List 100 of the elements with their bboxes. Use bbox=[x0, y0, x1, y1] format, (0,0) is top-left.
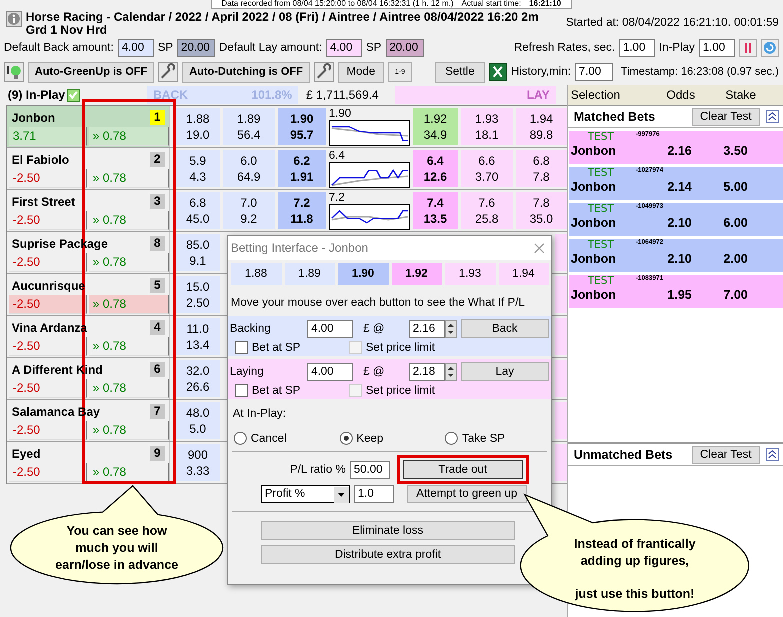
price-cell[interactable]: 7.2 11.8 bbox=[278, 192, 326, 229]
odds-button[interactable]: 1.93 bbox=[445, 263, 496, 285]
price-cell[interactable]: 32.0 26.6 bbox=[176, 360, 220, 397]
refresh-field[interactable]: 1.00 bbox=[619, 39, 656, 57]
odds-button[interactable]: 1.92 bbox=[392, 263, 442, 285]
price-cell[interactable]: 6.6 3.70 bbox=[461, 150, 513, 187]
price-field[interactable]: 2.18 bbox=[409, 362, 445, 380]
radio-button[interactable] bbox=[234, 432, 247, 445]
odds-button[interactable]: 1.88 bbox=[231, 263, 282, 285]
price-cell[interactable]: 1.89 56.4 bbox=[223, 108, 275, 145]
price-cell[interactable] bbox=[555, 360, 567, 397]
callout-text: just use this button! bbox=[574, 586, 696, 603]
trade-out-button[interactable]: Trade out bbox=[403, 460, 523, 479]
ratio-field[interactable]: 50.00 bbox=[350, 460, 390, 478]
spinner-icon[interactable] bbox=[445, 320, 457, 338]
checkbox[interactable] bbox=[67, 88, 80, 102]
settle-button[interactable]: Settle bbox=[435, 62, 486, 82]
price-cell[interactable] bbox=[555, 318, 567, 355]
price-cell[interactable]: 7.6 25.8 bbox=[461, 192, 513, 229]
clear-test-button[interactable]: Clear Test bbox=[692, 446, 760, 464]
radio-label: Keep bbox=[356, 432, 384, 444]
spinner-icon[interactable] bbox=[445, 362, 457, 380]
price-cell[interactable]: 6.8 45.0 bbox=[176, 192, 220, 229]
market-status: (9) In-Play bbox=[8, 88, 66, 102]
wrench-icon[interactable] bbox=[314, 62, 334, 82]
price-cell[interactable]: 6.4 12.6 bbox=[413, 150, 458, 187]
price-cell[interactable]: 15.0 2.50 bbox=[176, 276, 220, 313]
price-cell[interactable]: 1.93 18.1 bbox=[461, 108, 513, 145]
lightbulb-icon[interactable] bbox=[4, 62, 24, 82]
collapse-icon[interactable] bbox=[766, 448, 779, 461]
inplay-refresh-field[interactable]: 1.00 bbox=[699, 39, 735, 57]
runner-cell[interactable]: Eyed 9 -2.50 » 0.78 bbox=[7, 442, 170, 483]
price-cell[interactable] bbox=[555, 444, 567, 481]
history-field[interactable]: 7.00 bbox=[575, 63, 614, 81]
odds-button[interactable]: 1.94 bbox=[498, 263, 549, 285]
close-icon[interactable] bbox=[534, 242, 545, 254]
back-header: BACK 101.8% bbox=[147, 86, 298, 104]
mode-dropdown[interactable]: Profit % bbox=[261, 485, 350, 503]
runner-cell[interactable]: First Street 3 -2.50 » 0.78 bbox=[7, 190, 170, 231]
matched-total: £ 1,711,569.4 bbox=[306, 88, 379, 102]
price-cell[interactable]: 7.4 13.5 bbox=[413, 192, 458, 229]
recording-info: Data recorded from 08/04 15:20:00 to 08/04 16:32:31 (1 h. 12 m.) bbox=[222, 0, 454, 8]
price-cell[interactable]: 6.0 64.9 bbox=[223, 150, 275, 187]
price-cell[interactable]: 11.0 13.4 bbox=[176, 318, 220, 355]
race-title: Horse Racing - Calendar / 2022 / April 2022 / 08 (Fri) / Aintree / Aintree 08/04/2022 16:20 2m Grd 1 Nov Hrd bbox=[26, 11, 540, 37]
refresh-icon[interactable] bbox=[761, 39, 779, 57]
wrench-icon[interactable] bbox=[158, 62, 178, 82]
collapse-icon[interactable] bbox=[766, 110, 779, 123]
price-cell[interactable]: 1.92 34.9 bbox=[413, 108, 458, 145]
stake-field[interactable]: 4.00 bbox=[307, 320, 354, 338]
auto-dutching-button[interactable]: Auto-Dutching is OFF bbox=[182, 62, 310, 82]
target-field[interactable]: 1.0 bbox=[354, 485, 394, 503]
stake-field[interactable]: 4.00 bbox=[307, 362, 354, 380]
price-cell[interactable]: 48.0 5.0 bbox=[176, 402, 220, 439]
runner-cell[interactable]: El Fabiolo 2 -2.50 » 0.78 bbox=[7, 148, 170, 189]
currency-label: £ @ bbox=[362, 366, 386, 378]
field-label: History,min: bbox=[511, 66, 572, 78]
radio-button[interactable] bbox=[340, 432, 353, 445]
auto-greenup-button[interactable]: Auto-GreenUp is OFF bbox=[28, 62, 154, 82]
lay-header: LAY bbox=[394, 86, 556, 104]
price-cell[interactable]: 6.8 7.8 bbox=[516, 150, 567, 187]
price-cell[interactable]: 7.8 35.0 bbox=[516, 192, 567, 229]
runner-cell[interactable]: Jonbon 1 3.71 » 0.78 bbox=[7, 106, 170, 147]
lay-sp-field[interactable]: 20.00 bbox=[386, 39, 424, 57]
checkbox-label: Bet at SP bbox=[252, 384, 302, 396]
price-cell[interactable]: 1.88 19.0 bbox=[176, 108, 220, 145]
checkbox-label: Set price limit bbox=[366, 342, 436, 354]
distribute-profit-button[interactable]: Distribute extra profit bbox=[261, 545, 515, 564]
price-cell[interactable]: 85.0 9.1 bbox=[176, 234, 220, 271]
price-cell[interactable]: 5.9 4.3 bbox=[176, 150, 220, 187]
side-label: Backing bbox=[230, 322, 272, 334]
lay-amount-field[interactable]: 4.00 bbox=[326, 39, 362, 57]
mode-button[interactable]: Mode bbox=[338, 62, 384, 82]
back-amount-field[interactable]: 4.00 bbox=[118, 39, 154, 57]
odds-button[interactable]: 1.89 bbox=[284, 263, 335, 285]
price-cell[interactable] bbox=[555, 234, 567, 271]
radio-button[interactable] bbox=[445, 432, 458, 445]
trend-value: 6.4 bbox=[329, 150, 346, 162]
eliminate-loss-button[interactable]: Eliminate loss bbox=[261, 521, 515, 540]
price-cell[interactable]: 900 3.33 bbox=[176, 444, 220, 481]
price-cell[interactable]: 1.94 89.8 bbox=[516, 108, 567, 145]
pause-icon[interactable] bbox=[739, 39, 757, 57]
odds-button[interactable]: 1.90 bbox=[338, 263, 388, 285]
checkbox[interactable] bbox=[235, 384, 248, 397]
attempt-button[interactable]: Attempt to green up bbox=[407, 485, 527, 503]
back-button[interactable]: Back bbox=[461, 319, 549, 338]
back-sp-field[interactable]: 20.00 bbox=[177, 39, 216, 57]
lay-button[interactable]: Lay bbox=[461, 362, 549, 381]
spreadsheet-icon[interactable] bbox=[489, 63, 508, 81]
price-cell[interactable] bbox=[555, 402, 567, 439]
checkbox-label: Bet at SP bbox=[252, 342, 302, 354]
field-label: Default Lay amount: bbox=[219, 42, 322, 54]
clear-test-button[interactable]: Clear Test bbox=[692, 108, 760, 126]
price-cell[interactable] bbox=[555, 276, 567, 313]
price-cell[interactable]: 1.90 95.7 bbox=[278, 108, 326, 145]
checkbox[interactable] bbox=[235, 341, 248, 354]
price-cell[interactable]: 7.0 9.2 bbox=[223, 192, 275, 229]
info-icon[interactable] bbox=[6, 11, 22, 27]
price-cell[interactable]: 6.2 1.91 bbox=[278, 150, 326, 187]
price-field[interactable]: 2.16 bbox=[409, 320, 445, 338]
